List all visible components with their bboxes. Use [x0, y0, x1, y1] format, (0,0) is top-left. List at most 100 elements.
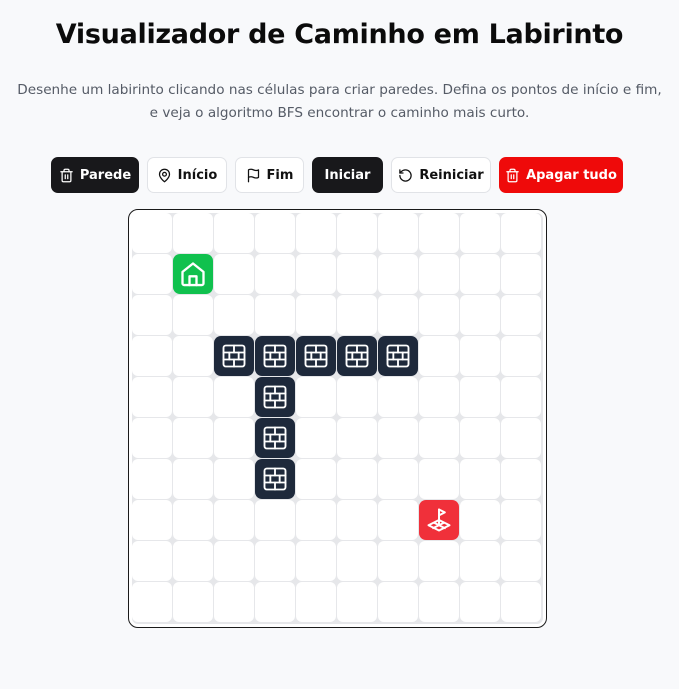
maze-cell[interactable]	[296, 295, 336, 335]
maze-cell[interactable]	[296, 582, 336, 622]
maze-cell[interactable]	[378, 213, 418, 253]
maze-cell[interactable]	[501, 254, 541, 294]
maze-cell[interactable]	[132, 377, 172, 417]
maze-cell[interactable]	[460, 500, 500, 540]
maze-cell[interactable]	[419, 418, 459, 458]
maze-cell[interactable]	[501, 213, 541, 253]
wall-cell[interactable]	[255, 377, 295, 417]
maze-cell[interactable]	[132, 336, 172, 376]
maze-cell[interactable]	[337, 500, 377, 540]
maze-cell[interactable]	[214, 418, 254, 458]
maze-cell[interactable]	[255, 582, 295, 622]
maze-cell[interactable]	[501, 295, 541, 335]
maze-cell[interactable]	[419, 377, 459, 417]
reset-button[interactable]: Reiniciar	[391, 157, 491, 193]
maze-cell[interactable]	[132, 500, 172, 540]
maze-cell[interactable]	[460, 418, 500, 458]
maze-cell[interactable]	[501, 459, 541, 499]
maze-cell[interactable]	[132, 418, 172, 458]
maze-cell[interactable]	[296, 459, 336, 499]
maze-cell[interactable]	[214, 377, 254, 417]
maze-cell[interactable]	[501, 377, 541, 417]
maze-cell[interactable]	[337, 459, 377, 499]
maze-cell[interactable]	[214, 213, 254, 253]
maze-cell[interactable]	[460, 213, 500, 253]
maze-cell[interactable]	[419, 336, 459, 376]
maze-cell[interactable]	[173, 582, 213, 622]
maze-cell[interactable]	[460, 459, 500, 499]
maze-cell[interactable]	[337, 254, 377, 294]
maze-cell[interactable]	[214, 295, 254, 335]
maze-cell[interactable]	[337, 418, 377, 458]
maze-cell[interactable]	[296, 377, 336, 417]
maze-cell[interactable]	[337, 213, 377, 253]
maze-cell[interactable]	[173, 459, 213, 499]
maze-cell[interactable]	[173, 500, 213, 540]
maze-cell[interactable]	[132, 254, 172, 294]
maze-cell[interactable]	[337, 582, 377, 622]
maze-cell[interactable]	[460, 254, 500, 294]
maze-cell[interactable]	[296, 213, 336, 253]
maze-cell[interactable]	[296, 500, 336, 540]
wall-cell[interactable]	[378, 336, 418, 376]
maze-cell[interactable]	[501, 418, 541, 458]
maze-cell[interactable]	[501, 582, 541, 622]
maze-cell[interactable]	[419, 213, 459, 253]
wall-cell[interactable]	[214, 336, 254, 376]
maze-cell[interactable]	[214, 254, 254, 294]
end-mode-button[interactable]: Fim	[235, 157, 304, 193]
maze-cell[interactable]	[460, 541, 500, 581]
maze-cell[interactable]	[214, 541, 254, 581]
maze-cell[interactable]	[378, 377, 418, 417]
maze-cell[interactable]	[501, 336, 541, 376]
maze-cell[interactable]	[173, 295, 213, 335]
maze-cell[interactable]	[419, 254, 459, 294]
maze-cell[interactable]	[255, 500, 295, 540]
maze-cell[interactable]	[460, 582, 500, 622]
wall-cell[interactable]	[255, 459, 295, 499]
wall-cell[interactable]	[255, 418, 295, 458]
maze-cell[interactable]	[132, 582, 172, 622]
maze-cell[interactable]	[460, 295, 500, 335]
maze-cell[interactable]	[378, 541, 418, 581]
maze-cell[interactable]	[378, 254, 418, 294]
maze-cell[interactable]	[296, 254, 336, 294]
maze-cell[interactable]	[255, 541, 295, 581]
maze-cell[interactable]	[419, 582, 459, 622]
maze-cell[interactable]	[255, 254, 295, 294]
maze-cell[interactable]	[378, 500, 418, 540]
maze-cell[interactable]	[460, 377, 500, 417]
maze-cell[interactable]	[337, 295, 377, 335]
maze-cell[interactable]	[337, 541, 377, 581]
maze-cell[interactable]	[378, 582, 418, 622]
maze-cell[interactable]	[419, 459, 459, 499]
maze-cell[interactable]	[419, 541, 459, 581]
maze-cell[interactable]	[214, 459, 254, 499]
maze-cell[interactable]	[255, 213, 295, 253]
maze-cell[interactable]	[419, 295, 459, 335]
maze-cell[interactable]	[255, 295, 295, 335]
maze-cell[interactable]	[501, 500, 541, 540]
maze-cell[interactable]	[378, 459, 418, 499]
maze-cell[interactable]	[132, 541, 172, 581]
maze-cell[interactable]	[173, 418, 213, 458]
maze-cell[interactable]	[296, 418, 336, 458]
maze-cell[interactable]	[173, 377, 213, 417]
maze-cell[interactable]	[378, 418, 418, 458]
maze-cell[interactable]	[296, 541, 336, 581]
maze-cell[interactable]	[132, 459, 172, 499]
maze-cell[interactable]	[173, 336, 213, 376]
wall-cell[interactable]	[296, 336, 336, 376]
maze-cell[interactable]	[132, 213, 172, 253]
maze-cell[interactable]	[214, 500, 254, 540]
maze-cell[interactable]	[173, 541, 213, 581]
start-cell[interactable]	[173, 254, 213, 294]
maze-cell[interactable]	[501, 541, 541, 581]
maze-cell[interactable]	[173, 213, 213, 253]
maze-cell[interactable]	[378, 295, 418, 335]
end-cell[interactable]	[419, 500, 459, 540]
maze-cell[interactable]	[460, 336, 500, 376]
run-button[interactable]: Iniciar	[312, 157, 383, 193]
wall-mode-button[interactable]: Parede	[51, 157, 139, 193]
maze-cell[interactable]	[337, 377, 377, 417]
